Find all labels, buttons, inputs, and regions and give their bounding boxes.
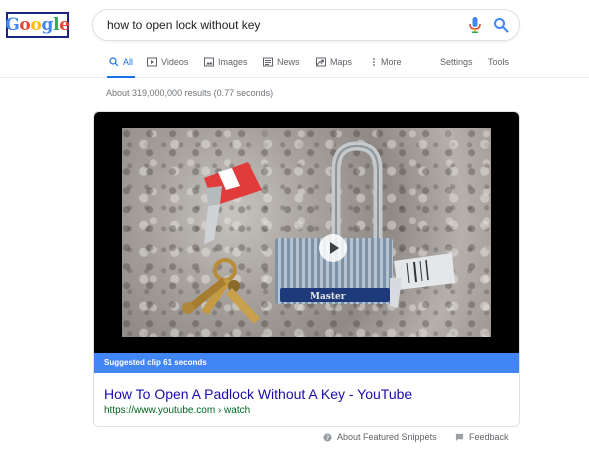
suggested-clip-bar[interactable]: Suggested clip 61 seconds <box>94 353 519 373</box>
logo-letter: o <box>19 15 31 35</box>
logo-letter: g <box>41 15 54 35</box>
featured-snippet-card: Master Suggested clip 61 seconds How To … <box>93 111 520 427</box>
more-vert-icon <box>373 58 375 66</box>
tab-news[interactable]: News <box>263 56 300 78</box>
google-logo[interactable]: Google <box>5 12 70 38</box>
video-player[interactable]: Master <box>94 112 519 353</box>
padlock-brand: Master <box>310 292 346 302</box>
tab-label: Images <box>218 57 248 67</box>
about-label: About Featured Snippets <box>337 432 437 442</box>
tab-videos[interactable]: Videos <box>147 56 188 78</box>
tab-label: Videos <box>161 57 189 67</box>
about-featured-snippets-link[interactable]: ? About Featured Snippets <box>323 432 437 442</box>
settings-label: Settings <box>440 57 473 67</box>
feedback-label: Feedback <box>469 432 509 442</box>
paper-shim <box>390 253 455 308</box>
news-icon <box>263 57 273 67</box>
play-icon <box>147 57 157 67</box>
logo-letter: e <box>59 15 70 35</box>
search-icon <box>109 57 119 67</box>
video-thumbnail[interactable]: Master <box>122 128 491 337</box>
cut-can-shim <box>204 162 262 244</box>
feedback-icon <box>455 433 464 441</box>
tab-label: All <box>123 57 134 67</box>
mic-icon[interactable] <box>468 17 482 33</box>
tab-label: Maps <box>330 57 353 67</box>
tab-images[interactable]: Images <box>204 56 248 78</box>
tab-label: News <box>277 57 300 67</box>
tools-link[interactable]: Tools <box>488 56 509 78</box>
play-button[interactable] <box>319 234 347 262</box>
search-tabs: All Videos Images News Maps More Setting… <box>0 52 589 78</box>
map-icon <box>316 57 326 67</box>
help-icon: ? <box>323 432 332 442</box>
result-stats: About 319,000,000 results (0.77 seconds) <box>106 88 274 98</box>
svg-text:?: ? <box>326 435 329 442</box>
tab-maps[interactable]: Maps <box>316 56 352 78</box>
search-input[interactable] <box>107 10 447 40</box>
result-url[interactable]: https://www.youtube.com › watch <box>104 405 250 416</box>
padlock-shackle <box>331 141 383 251</box>
result-title-link[interactable]: How To Open A Padlock Without A Key - Yo… <box>104 386 412 402</box>
tab-label: More <box>381 57 402 67</box>
search-icon[interactable] <box>493 17 509 33</box>
tools-label: Tools <box>488 57 510 67</box>
search-box <box>92 9 520 41</box>
feedback-link[interactable]: Feedback <box>455 432 509 442</box>
tab-all[interactable]: All <box>107 56 136 78</box>
tab-more[interactable]: More <box>369 56 402 78</box>
logo-letter: o <box>30 15 42 35</box>
padlock-scene: Master <box>182 141 455 324</box>
logo-letter: G <box>5 15 20 35</box>
brass-keys <box>182 258 260 324</box>
image-icon <box>204 57 214 67</box>
settings-link[interactable]: Settings <box>440 56 473 78</box>
